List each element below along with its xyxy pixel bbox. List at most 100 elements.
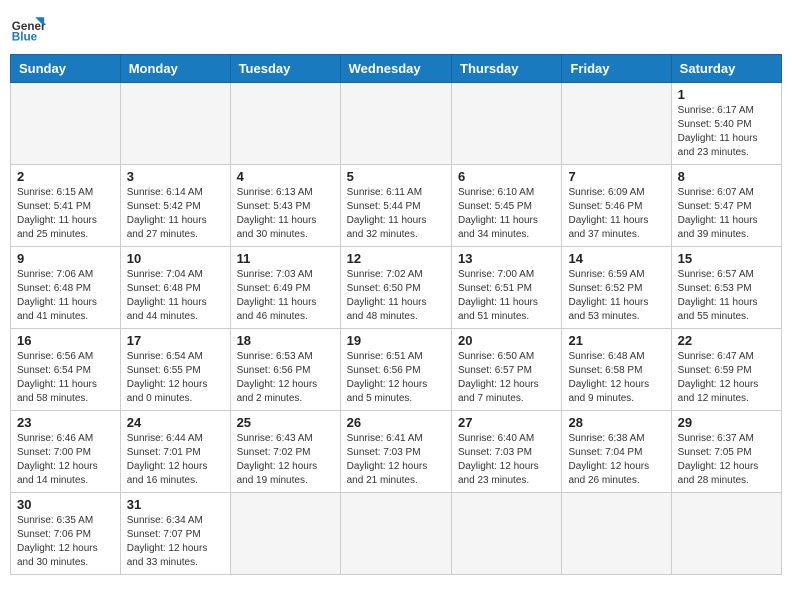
day-info: Sunrise: 7:02 AM Sunset: 6:50 PM Dayligh… [347,268,445,324]
day-number: 26 [347,415,445,430]
calendar-day-cell [562,493,671,575]
calendar-day-cell: 3Sunrise: 6:14 AM Sunset: 5:42 PM Daylig… [120,165,230,247]
day-number: 22 [678,333,775,348]
day-info: Sunrise: 7:06 AM Sunset: 6:48 PM Dayligh… [17,268,114,324]
day-number: 29 [678,415,775,430]
calendar-day-cell: 23Sunrise: 6:46 AM Sunset: 7:00 PM Dayli… [11,411,121,493]
day-info: Sunrise: 6:15 AM Sunset: 5:41 PM Dayligh… [17,186,114,242]
day-info: Sunrise: 7:03 AM Sunset: 6:49 PM Dayligh… [237,268,334,324]
calendar-day-cell: 17 Sunrise: 6:54 AM Sunset: 6:55 PM Dayli… [120,329,230,411]
day-number: 27 [458,415,555,430]
day-number: 20 [458,333,555,348]
day-info: Sunrise: 6:47 AM Sunset: 6:59 PM Dayligh… [678,350,775,406]
day-number: 14 [568,251,664,266]
calendar-week-row: 1 Sunrise: 6:17 AM Sunset: 5:40 PM Daylig… [11,83,782,165]
day-info: Sunrise: 6:48 AM Sunset: 6:58 PM Dayligh… [568,350,664,406]
calendar-day-cell [230,493,340,575]
page-header: General Blue [10,10,782,46]
calendar-week-row: 16Sunrise: 6:56 AM Sunset: 6:54 PM Dayli… [11,329,782,411]
calendar-week-row: 9Sunrise: 7:06 AM Sunset: 6:48 PM Daylig… [11,247,782,329]
day-info: Sunrise: 6:59 AM Sunset: 6:52 PM Dayligh… [568,268,664,324]
weekday-tuesday: Tuesday [230,55,340,83]
calendar-day-cell [11,83,121,165]
weekday-friday: Friday [562,55,671,83]
day-info: Sunrise: 6:44 AM Sunset: 7:01 PM Dayligh… [127,432,224,488]
day-info: Sunrise: 6:11 AM Sunset: 5:44 PM Dayligh… [347,186,445,242]
day-number: 15 [678,251,775,266]
day-number: 17 [127,333,224,348]
weekday-wednesday: Wednesday [340,55,451,83]
calendar-table: SundayMondayTuesdayWednesdayThursdayFrid… [10,54,782,575]
calendar-day-cell: 24 Sunrise: 6:44 AM Sunset: 7:01 PM Dayli… [120,411,230,493]
day-number: 25 [237,415,334,430]
calendar-day-cell: 1 Sunrise: 6:17 AM Sunset: 5:40 PM Daylig… [671,83,781,165]
day-info: Sunrise: 6:17 AM Sunset: 5:40 PM Dayligh… [678,104,775,160]
day-info: Sunrise: 6:54 AM Sunset: 6:55 PM Dayligh… [127,350,224,406]
day-info: Sunrise: 6:46 AM Sunset: 7:00 PM Dayligh… [17,432,114,488]
calendar-day-cell: 22 Sunrise: 6:47 AM Sunset: 6:59 PM Dayli… [671,329,781,411]
calendar-day-cell: 4 Sunrise: 6:13 AM Sunset: 5:43 PM Daylig… [230,165,340,247]
calendar-day-cell: 16Sunrise: 6:56 AM Sunset: 6:54 PM Dayli… [11,329,121,411]
calendar-day-cell: 18Sunrise: 6:53 AM Sunset: 6:56 PM Dayli… [230,329,340,411]
day-info: Sunrise: 6:57 AM Sunset: 6:53 PM Dayligh… [678,268,775,324]
calendar-day-cell: 28 Sunrise: 6:38 AM Sunset: 7:04 PM Dayli… [562,411,671,493]
weekday-thursday: Thursday [452,55,562,83]
day-number: 30 [17,497,114,512]
calendar-day-cell [120,83,230,165]
day-number: 19 [347,333,445,348]
calendar-day-cell: 26 Sunrise: 6:41 AM Sunset: 7:03 PM Dayli… [340,411,451,493]
day-number: 7 [568,169,664,184]
day-number: 10 [127,251,224,266]
day-info: Sunrise: 6:10 AM Sunset: 5:45 PM Dayligh… [458,186,555,242]
day-info: Sunrise: 6:14 AM Sunset: 5:42 PM Dayligh… [127,186,224,242]
day-info: Sunrise: 6:37 AM Sunset: 7:05 PM Dayligh… [678,432,775,488]
calendar-day-cell: 11 Sunrise: 7:03 AM Sunset: 6:49 PM Dayli… [230,247,340,329]
calendar-day-cell [340,83,451,165]
day-number: 4 [237,169,334,184]
svg-text:Blue: Blue [12,31,38,44]
calendar-day-cell: 7Sunrise: 6:09 AM Sunset: 5:46 PM Daylig… [562,165,671,247]
day-number: 1 [678,87,775,102]
day-info: Sunrise: 6:50 AM Sunset: 6:57 PM Dayligh… [458,350,555,406]
calendar-day-cell: 13Sunrise: 7:00 AM Sunset: 6:51 PM Dayli… [452,247,562,329]
day-number: 2 [17,169,114,184]
day-info: Sunrise: 6:56 AM Sunset: 6:54 PM Dayligh… [17,350,114,406]
day-number: 13 [458,251,555,266]
calendar-week-row: 30 Sunrise: 6:35 AM Sunset: 7:06 PM Dayli… [11,493,782,575]
calendar-day-cell [230,83,340,165]
day-info: Sunrise: 6:38 AM Sunset: 7:04 PM Dayligh… [568,432,664,488]
day-number: 8 [678,169,775,184]
calendar-day-cell: 30 Sunrise: 6:35 AM Sunset: 7:06 PM Dayli… [11,493,121,575]
calendar-day-cell: 15 Sunrise: 6:57 AM Sunset: 6:53 PM Dayli… [671,247,781,329]
calendar-day-cell: 20 Sunrise: 6:50 AM Sunset: 6:57 PM Dayli… [452,329,562,411]
day-info: Sunrise: 6:35 AM Sunset: 7:06 PM Dayligh… [17,514,114,570]
day-info: Sunrise: 6:53 AM Sunset: 6:56 PM Dayligh… [237,350,334,406]
calendar-day-cell: 12 Sunrise: 7:02 AM Sunset: 6:50 PM Dayli… [340,247,451,329]
day-number: 31 [127,497,224,512]
day-number: 28 [568,415,664,430]
calendar-day-cell: 6 Sunrise: 6:10 AM Sunset: 5:45 PM Daylig… [452,165,562,247]
calendar-day-cell: 14 Sunrise: 6:59 AM Sunset: 6:52 PM Dayli… [562,247,671,329]
calendar-day-cell: 31Sunrise: 6:34 AM Sunset: 7:07 PM Dayli… [120,493,230,575]
day-info: Sunrise: 6:51 AM Sunset: 6:56 PM Dayligh… [347,350,445,406]
day-info: Sunrise: 6:40 AM Sunset: 7:03 PM Dayligh… [458,432,555,488]
day-number: 24 [127,415,224,430]
calendar-day-cell: 21 Sunrise: 6:48 AM Sunset: 6:58 PM Dayli… [562,329,671,411]
calendar-day-cell: 9Sunrise: 7:06 AM Sunset: 6:48 PM Daylig… [11,247,121,329]
weekday-saturday: Saturday [671,55,781,83]
day-number: 11 [237,251,334,266]
calendar-day-cell: 19 Sunrise: 6:51 AM Sunset: 6:56 PM Dayli… [340,329,451,411]
day-info: Sunrise: 6:41 AM Sunset: 7:03 PM Dayligh… [347,432,445,488]
day-info: Sunrise: 6:13 AM Sunset: 5:43 PM Dayligh… [237,186,334,242]
logo: General Blue [10,10,46,46]
day-number: 21 [568,333,664,348]
day-number: 6 [458,169,555,184]
calendar-day-cell [562,83,671,165]
calendar-day-cell [452,493,562,575]
calendar-day-cell: 2 Sunrise: 6:15 AM Sunset: 5:41 PM Daylig… [11,165,121,247]
calendar-day-cell: 27 Sunrise: 6:40 AM Sunset: 7:03 PM Dayli… [452,411,562,493]
calendar-day-cell [452,83,562,165]
day-number: 12 [347,251,445,266]
calendar-day-cell [340,493,451,575]
weekday-header-row: SundayMondayTuesdayWednesdayThursdayFrid… [11,55,782,83]
